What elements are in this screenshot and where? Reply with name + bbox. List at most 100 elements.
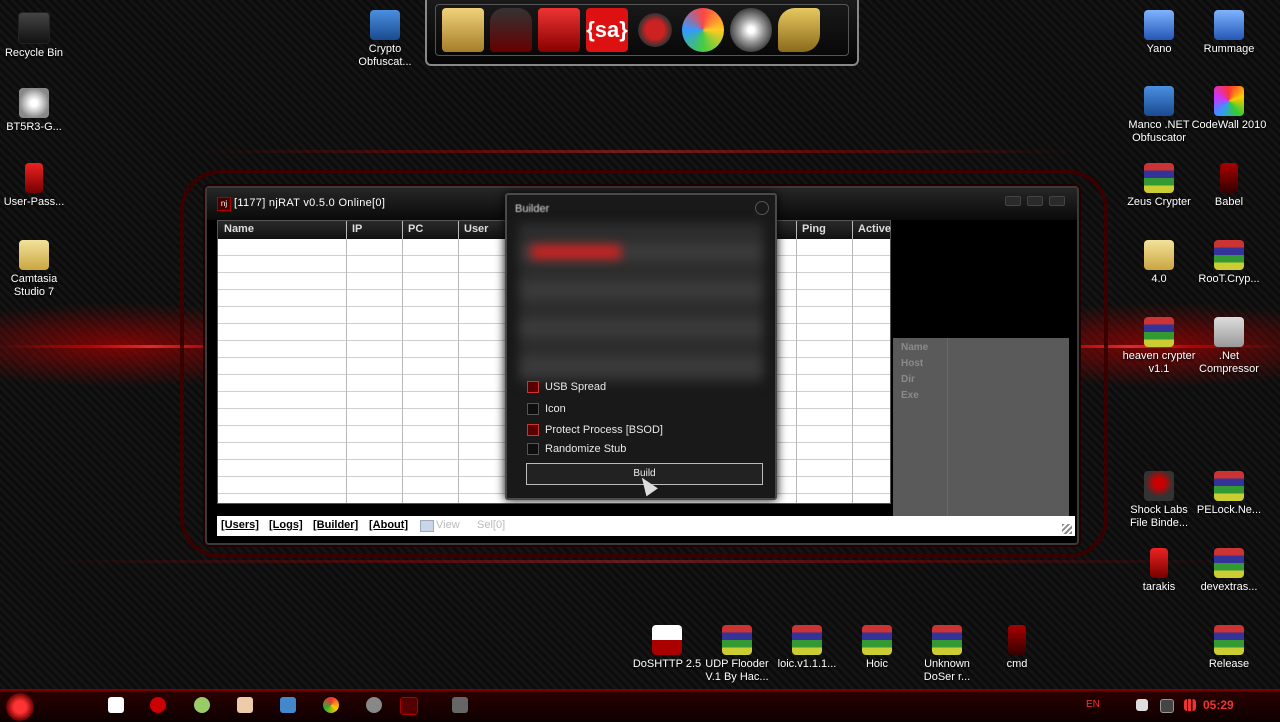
desktop-icon-label: heaven crypter v1.1 <box>1122 350 1196 375</box>
column-header-user[interactable]: User <box>464 223 488 235</box>
winrar-icon <box>1214 625 1244 655</box>
close-icon[interactable] <box>755 201 769 215</box>
desktop-icon-crypto-obfuscator[interactable]: Crypto Obfuscat... <box>347 10 423 69</box>
desktop-icon-label: Camtasia Studio 7 <box>10 273 58 298</box>
desktop-icon-udp-flooder[interactable]: UDP Flooder V.1 By Hac... <box>699 625 775 684</box>
desktop-icon-label: Crypto Obfuscat... <box>358 43 412 68</box>
text-file-icon <box>1220 163 1238 193</box>
desktop-icon-hoic[interactable]: Hoic <box>839 625 915 671</box>
winrar-icon <box>792 625 822 655</box>
taskbar-app-icon[interactable] <box>452 697 468 713</box>
desktop-icon-heaven-crypter[interactable]: heaven crypter v1.1 <box>1121 317 1197 376</box>
winrar-icon <box>1214 548 1244 578</box>
cmd-icon <box>1008 625 1026 655</box>
column-header-active[interactable]: Active <box>858 223 891 235</box>
desktop-icon-release[interactable]: Release <box>1191 625 1267 671</box>
menu-logs[interactable]: [Logs] <box>269 519 303 531</box>
desktop-icon-folder-40[interactable]: 4.0 <box>1121 240 1197 286</box>
checkbox-icon[interactable] <box>527 403 539 415</box>
desktop-icon-label: Release <box>1208 658 1250 670</box>
menu-users[interactable]: [Users] <box>221 519 259 531</box>
chrome-icon[interactable] <box>323 697 339 713</box>
computer-icon[interactable] <box>538 8 580 52</box>
signal-icon[interactable] <box>1184 699 1196 711</box>
taskbar-app-icon[interactable] <box>280 697 296 713</box>
disc-image-icon <box>19 88 49 118</box>
language-indicator[interactable]: EN <box>1086 699 1100 710</box>
winrar-icon <box>1144 163 1174 193</box>
option-protect-process[interactable]: Protect Process [BSOD] <box>527 424 663 436</box>
maximize-button[interactable] <box>1027 196 1043 206</box>
desktop-icon-rummage[interactable]: Rummage <box>1191 10 1267 56</box>
desktop-icon-cmd[interactable]: cmd <box>979 625 1055 671</box>
tray-icon[interactable] <box>1136 699 1148 711</box>
minimize-button[interactable] <box>1005 196 1021 206</box>
option-usb-spread[interactable]: USB Spread <box>527 381 606 393</box>
close-button[interactable] <box>1049 196 1065 206</box>
doshttp-icon <box>652 625 682 655</box>
tray-icon[interactable] <box>1160 699 1174 713</box>
desktop-icon-doshttp[interactable]: DoSHTTP 2.5 <box>629 625 705 671</box>
column-header-ping[interactable]: Ping <box>802 223 826 235</box>
taskbar-app-icon[interactable] <box>237 697 253 713</box>
taskbar-app-icon[interactable] <box>150 697 166 713</box>
desktop-icon-yano[interactable]: Yano <box>1121 10 1197 56</box>
car-icon[interactable] <box>490 8 532 52</box>
desktop-icon-label: DoSHTTP 2.5 <box>632 658 702 670</box>
start-button[interactable] <box>6 693 34 721</box>
desktop-icon-label: CodeWall 2010 <box>1191 119 1267 131</box>
desktop-icon-manco[interactable]: Manco .NET Obfuscator <box>1121 86 1197 145</box>
desktop-icon-label: Yano <box>1146 43 1172 55</box>
desktop-icon-unknown-doser[interactable]: Unknown DoSer r... <box>909 625 985 684</box>
desktop-icon-label: 4.0 <box>1151 273 1167 285</box>
option-randomize-stub[interactable]: Randomize Stub <box>527 443 626 455</box>
desktop-icon-net-compressor[interactable]: .Net Compressor <box>1191 317 1267 376</box>
text-file-icon <box>1150 548 1168 578</box>
taskbar-clock[interactable]: 05:29 <box>1203 698 1234 712</box>
desktop-icon-shock-labs[interactable]: Shock Labs File Binde... <box>1121 471 1197 530</box>
option-icon[interactable]: Icon <box>527 403 566 415</box>
desktop-icon-tarakis[interactable]: tarakis <box>1121 548 1197 594</box>
desktop-icon-user-pass[interactable]: User-Pass... <box>0 163 72 209</box>
sa-icon[interactable]: {sa} <box>586 8 628 52</box>
taskbar-app-icon[interactable] <box>366 697 382 713</box>
column-header-ip[interactable]: IP <box>352 223 362 235</box>
desktop-icon-codewall[interactable]: CodeWall 2010 <box>1191 86 1267 132</box>
desktop-icon-label: cmd <box>1006 658 1028 670</box>
desktop-icon-zeus[interactable]: Zeus Crypter <box>1121 163 1197 209</box>
desktop-icon-babel[interactable]: Babel <box>1191 163 1267 209</box>
taskbar-app-icon[interactable] <box>194 697 210 713</box>
checkbox-randomize-stub[interactable] <box>527 443 539 455</box>
desktop-icon-recycle-bin[interactable]: Recycle Bin <box>0 12 72 60</box>
disc-icon[interactable] <box>730 8 772 52</box>
butterfly-icon[interactable] <box>682 8 724 52</box>
resize-grip[interactable] <box>1062 524 1072 534</box>
column-header-pc[interactable]: PC <box>408 223 423 235</box>
desktop-icon-pelock[interactable]: PELock.Ne... <box>1191 471 1267 517</box>
desktop-icon-bt5r3[interactable]: BT5R3-G... <box>0 88 72 134</box>
folder-user-icon[interactable] <box>442 8 484 52</box>
desktop-icon-devextras[interactable]: devextras... <box>1191 548 1267 594</box>
text-file-icon <box>25 163 43 193</box>
info-label-dir: Dir <box>901 374 915 385</box>
funnel-icon <box>1214 317 1244 347</box>
checkbox-protect-process[interactable] <box>527 424 539 436</box>
info-label-host: Host <box>901 358 924 369</box>
keys-icon[interactable] <box>778 8 820 52</box>
column-header-name[interactable]: Name <box>224 223 254 235</box>
menu-view[interactable]: View <box>436 519 460 531</box>
desktop-icon-label: PELock.Ne... <box>1196 504 1262 516</box>
taskbar-app-icon[interactable] <box>108 697 124 713</box>
checkbox-usb-spread[interactable] <box>527 381 539 393</box>
desktop-icon-label: devextras... <box>1200 581 1258 593</box>
menu-about[interactable]: [About] <box>369 519 408 531</box>
winrar-icon <box>722 625 752 655</box>
option-label: Randomize Stub <box>545 443 627 455</box>
taskbar-app-icon[interactable] <box>400 697 418 715</box>
shield-icon <box>1144 86 1174 116</box>
desktop-icon-camtasia[interactable]: Camtasia Studio 7 <box>0 240 72 299</box>
gears-icon[interactable] <box>634 8 676 52</box>
desktop-icon-root-crypter[interactable]: RooT.Cryp... <box>1191 240 1267 286</box>
menu-builder[interactable]: [Builder] <box>313 519 358 531</box>
desktop-icon-loic[interactable]: loic.v1.1.1... <box>769 625 845 671</box>
